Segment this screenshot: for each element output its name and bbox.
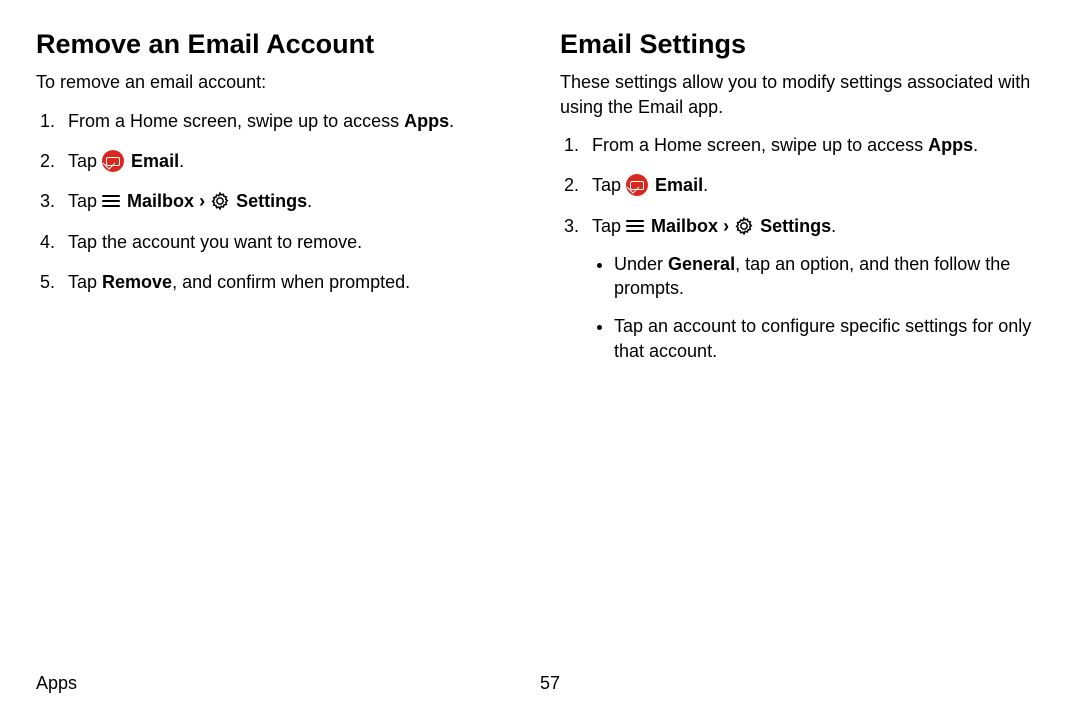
hamburger-menu-icon [626, 219, 644, 233]
manual-page: Remove an Email Account To remove an ema… [0, 0, 1080, 720]
email-app-icon [102, 150, 124, 172]
apps-label: Apps [404, 111, 449, 131]
text: Tap [592, 175, 626, 195]
text: Tap [592, 216, 626, 236]
step-4: Tap the account you want to remove. [60, 230, 520, 254]
email-label: Email [131, 151, 179, 171]
steps-remove: From a Home screen, swipe up to access A… [36, 109, 520, 294]
mailbox-label: Mailbox [651, 216, 718, 236]
text: . [179, 151, 184, 171]
intro-remove: To remove an email account: [36, 70, 520, 94]
text: Tap [68, 151, 102, 171]
settings-gear-icon [734, 216, 754, 236]
left-column: Remove an Email Account To remove an ema… [36, 28, 520, 379]
heading-remove-email-account: Remove an Email Account [36, 28, 520, 60]
steps-settings: From a Home screen, swipe up to access A… [560, 133, 1044, 363]
text: Under [614, 254, 668, 274]
apps-label: Apps [928, 135, 973, 155]
heading-email-settings: Email Settings [560, 28, 1044, 60]
right-column: Email Settings These settings allow you … [560, 28, 1044, 379]
step-2: Tap Email. [584, 173, 1044, 197]
remove-label: Remove [102, 272, 172, 292]
text: From a Home screen, swipe up to access [592, 135, 928, 155]
step-1: From a Home screen, swipe up to access A… [60, 109, 520, 133]
text: . [973, 135, 978, 155]
footer-section-label: Apps [36, 673, 540, 694]
settings-label: Settings [760, 216, 831, 236]
intro-settings: These settings allow you to modify setti… [560, 70, 1044, 119]
sub-bullets: Under General, tap an option, and then f… [592, 252, 1044, 363]
text: , and confirm when prompted. [172, 272, 410, 292]
text: Tap [68, 272, 102, 292]
text: . [703, 175, 708, 195]
settings-label: Settings [236, 191, 307, 211]
general-label: General [668, 254, 735, 274]
text: . [831, 216, 836, 236]
text: . [307, 191, 312, 211]
sub-bullet-account: Tap an account to configure specific set… [614, 314, 1044, 363]
text: From a Home screen, swipe up to access [68, 111, 404, 131]
page-footer: Apps 57 [36, 673, 1044, 694]
text: . [449, 111, 454, 131]
mailbox-label: Mailbox [127, 191, 194, 211]
step-1: From a Home screen, swipe up to access A… [584, 133, 1044, 157]
step-3: Tap Mailbox › Settings. [60, 189, 520, 213]
hamburger-menu-icon [102, 194, 120, 208]
sub-bullet-general: Under General, tap an option, and then f… [614, 252, 1044, 301]
step-2: Tap Email. [60, 149, 520, 173]
step-5: Tap Remove, and confirm when prompted. [60, 270, 520, 294]
settings-gear-icon [210, 191, 230, 211]
email-app-icon [626, 174, 648, 196]
email-label: Email [655, 175, 703, 195]
two-column-layout: Remove an Email Account To remove an ema… [36, 28, 1044, 379]
footer-page-number: 57 [540, 673, 1044, 694]
step-3: Tap Mailbox › Settings. Under General, t… [584, 214, 1044, 363]
text: Tap [68, 191, 102, 211]
